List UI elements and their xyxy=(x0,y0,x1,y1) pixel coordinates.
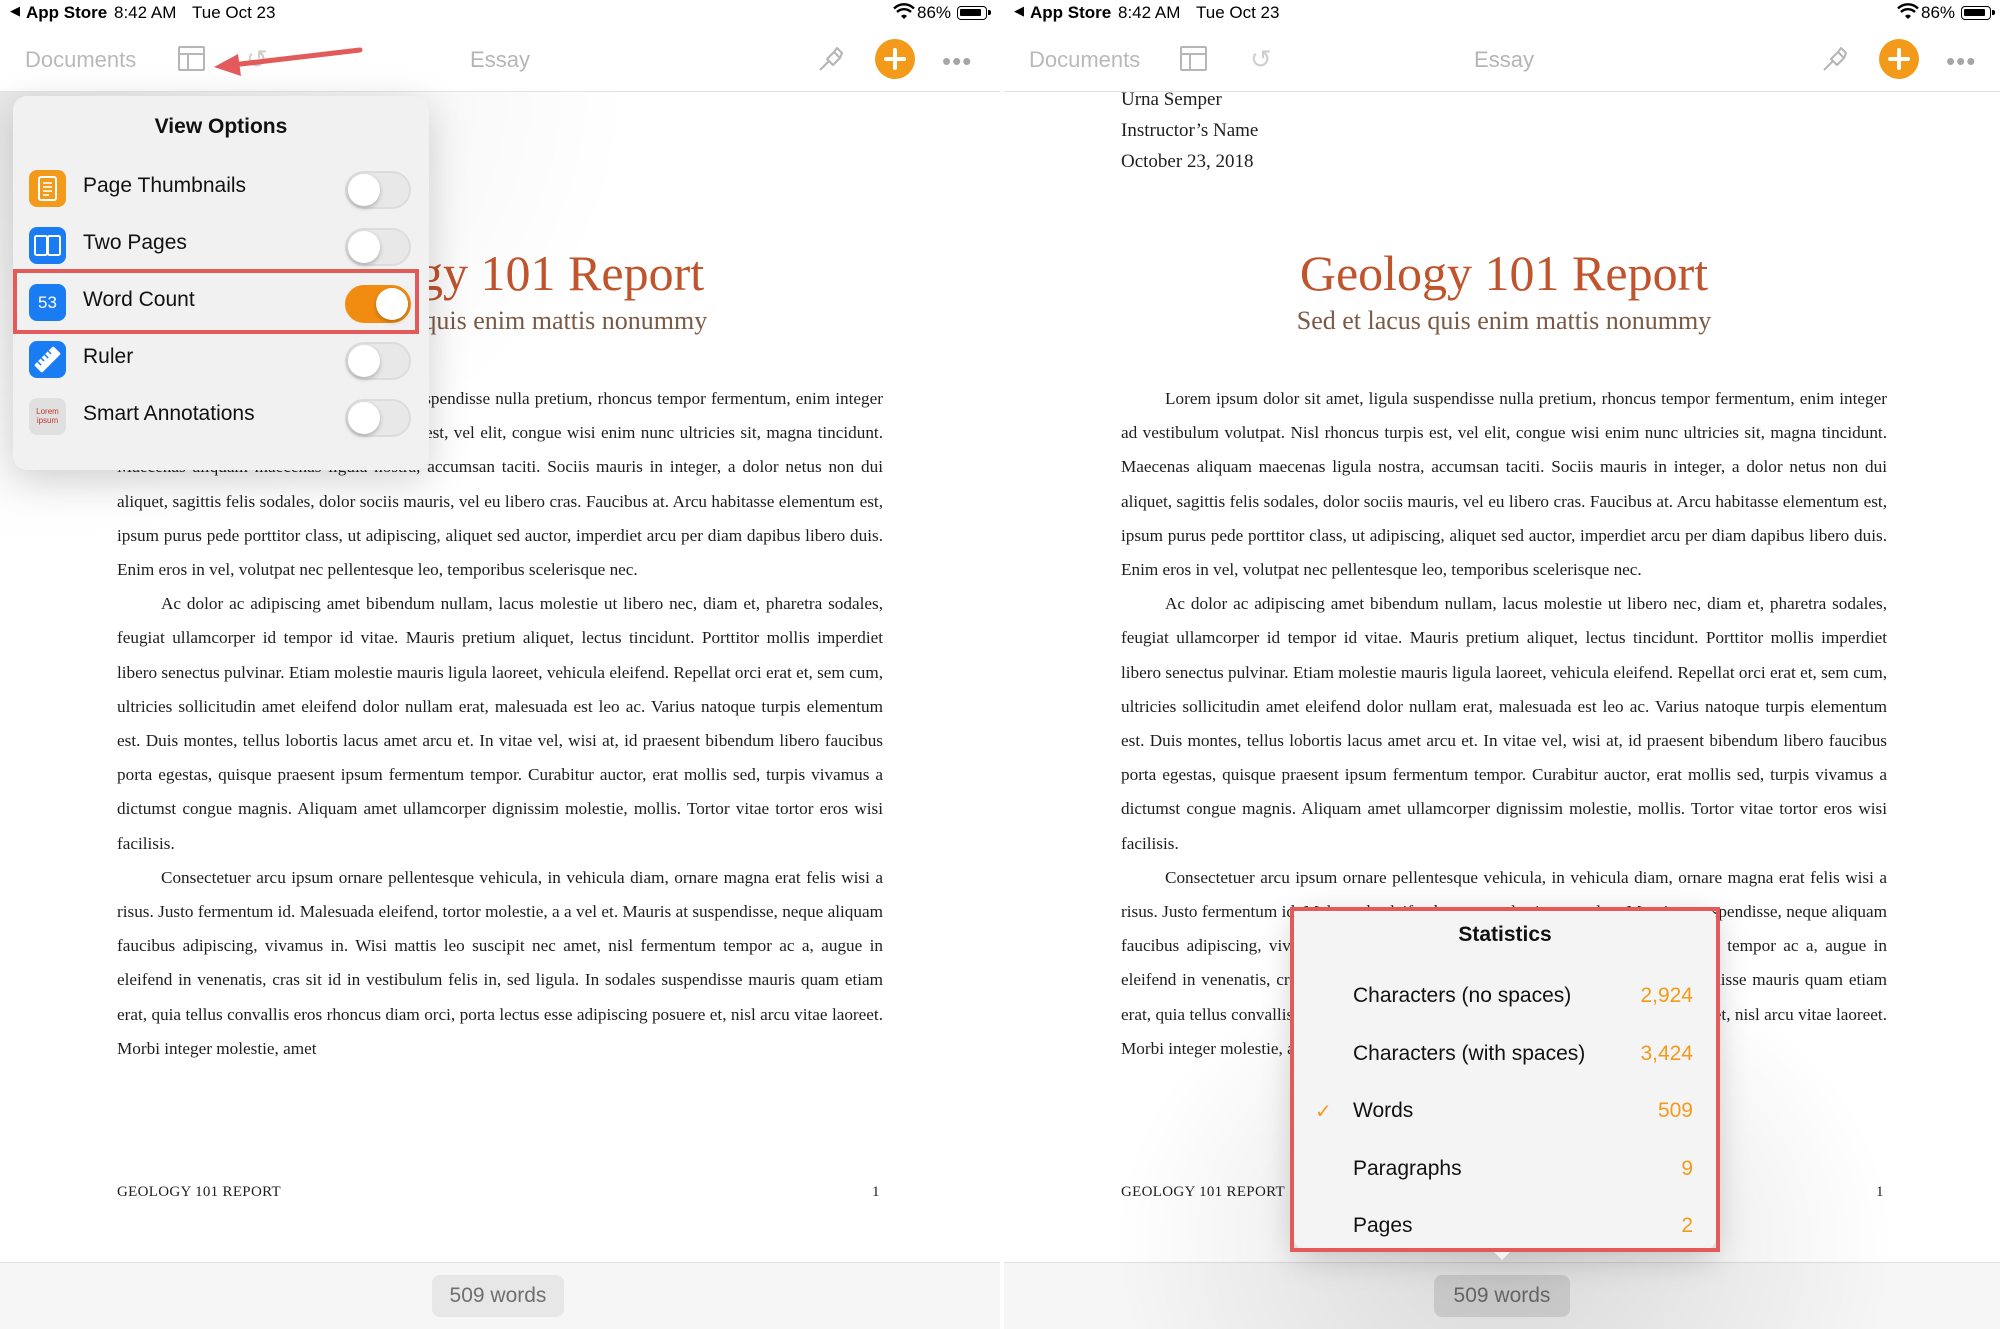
back-arrow-icon[interactable]: ◀ xyxy=(1014,3,1024,19)
documents-button[interactable]: Documents xyxy=(25,47,136,73)
option-label: Two Pages xyxy=(83,231,187,254)
battery-icon xyxy=(1961,6,1995,20)
page-number: 1 xyxy=(872,1184,880,1200)
add-button[interactable] xyxy=(1879,39,1919,79)
page-thumbnails-toggle[interactable] xyxy=(345,171,411,209)
doc-body: Lorem ipsum dolor sit amet, ligula suspe… xyxy=(117,382,883,1066)
doc-footer: GEOLOGY 101 REPORT xyxy=(117,1184,281,1200)
option-label: Page Thumbnails xyxy=(83,174,247,197)
bottom-bar: 509 words xyxy=(0,1262,1000,1329)
word-count-pill[interactable]: 509 words xyxy=(1434,1275,1570,1317)
clock: 8:42 AM xyxy=(1118,3,1181,22)
doc-subtitle: Sed et lacus quis enim mattis nonummy xyxy=(1296,306,1712,335)
doc-paragraph: Consectetuer arcu ipsum ornare pellentes… xyxy=(117,867,883,1058)
doc-title: Geology 101 Report xyxy=(1299,245,1709,301)
view-options-title: View Options xyxy=(154,115,288,138)
date: Tue Oct 23 xyxy=(1196,3,1280,22)
author-name: Urna Semper xyxy=(1121,89,1222,110)
undo-icon[interactable]: ↺ xyxy=(1250,44,1280,74)
option-two-pages[interactable]: Two Pages xyxy=(13,215,429,272)
doc-paragraph: Lorem ipsum dolor sit amet, ligula suspe… xyxy=(1121,389,1887,580)
bottom-bar: 509 words xyxy=(1004,1262,2000,1329)
status-bar: ◀ App Store 8:42 AM Tue Oct 23 86% xyxy=(0,0,1000,26)
doc-paragraph: Ac dolor ac adipiscing amet bibendum nul… xyxy=(1121,594,1887,853)
documents-button[interactable]: Documents xyxy=(1029,47,1140,73)
more-icon[interactable]: ••• xyxy=(942,46,972,77)
back-to-app-label[interactable]: App Store xyxy=(26,3,107,23)
two-pages-toggle[interactable] xyxy=(345,228,411,266)
option-page-thumbnails[interactable]: Page Thumbnails xyxy=(13,158,429,215)
toolbar: Documents ↺ Essay ••• xyxy=(1004,26,2000,92)
more-icon[interactable]: ••• xyxy=(1946,46,1976,77)
view-options-icon[interactable] xyxy=(178,46,205,71)
back-to-app-label[interactable]: App Store xyxy=(1030,3,1111,23)
word-count-highlight xyxy=(13,269,419,334)
back-arrow-icon[interactable]: ◀ xyxy=(10,3,20,19)
right-screen: ◀ App Store 8:42 AM Tue Oct 23 86% Docum… xyxy=(1004,0,2000,1329)
doc-paragraph: Ac dolor ac adipiscing amet bibendum nul… xyxy=(117,594,883,853)
statistics-highlight xyxy=(1290,907,1720,1252)
option-label: Ruler xyxy=(83,345,134,368)
format-brush-icon[interactable] xyxy=(1818,43,1850,75)
battery-icon xyxy=(957,6,991,20)
callout-arrow xyxy=(214,47,363,76)
battery-percent: 86% xyxy=(1921,3,1956,22)
wifi-icon xyxy=(893,3,915,19)
ruler-toggle[interactable] xyxy=(345,342,411,380)
smart-annotations-toggle[interactable] xyxy=(345,399,411,437)
option-label: Smart Annotations xyxy=(83,402,255,425)
status-bar: ◀ App Store 8:42 AM Tue Oct 23 86% xyxy=(1004,0,2000,26)
wifi-icon xyxy=(1897,3,1919,19)
document-title: Essay xyxy=(470,47,530,72)
ruler-icon xyxy=(29,341,66,378)
battery-percent: 86% xyxy=(917,3,952,22)
left-screen: ◀ App Store 8:42 AM Tue Oct 23 86% Docum… xyxy=(0,0,1000,1329)
date: Tue Oct 23 xyxy=(192,3,276,22)
format-brush-icon[interactable] xyxy=(814,43,846,75)
view-options-icon[interactable] xyxy=(1180,46,1207,71)
add-button[interactable] xyxy=(875,39,915,79)
doc-footer: GEOLOGY 101 REPORT xyxy=(1121,1184,1285,1200)
document-title: Essay xyxy=(1474,47,1534,72)
page-number: 1 xyxy=(1876,1184,1884,1200)
page-thumbnails-icon xyxy=(29,170,66,207)
doc-date: October 23, 2018 xyxy=(1121,151,1254,172)
instructor-name: Instructor’s Name xyxy=(1121,120,1259,141)
option-smart-annotations[interactable]: Lorem ipsum Smart Annotations xyxy=(13,386,429,443)
two-pages-icon xyxy=(29,227,66,264)
toolbar: Documents ↺ Essay ••• xyxy=(0,26,1000,92)
word-count-pill[interactable]: 509 words xyxy=(432,1275,564,1317)
clock: 8:42 AM xyxy=(114,3,177,22)
option-ruler[interactable]: Ruler xyxy=(13,329,429,386)
smart-annotations-icon: Lorem ipsum xyxy=(29,398,66,435)
